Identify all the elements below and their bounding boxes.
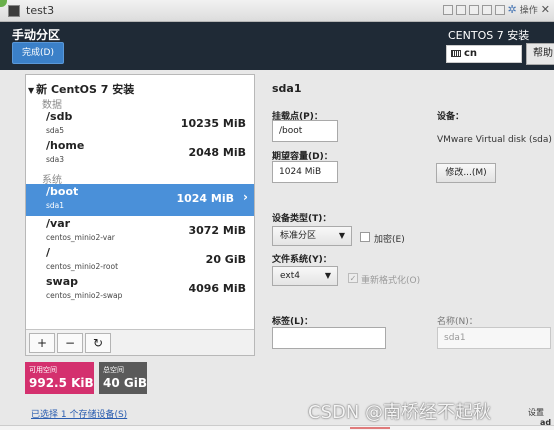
filesystem-dropdown[interactable]: ext4 ▼: [272, 266, 338, 286]
label-input[interactable]: [272, 327, 386, 349]
close-icon[interactable]: ✕: [541, 3, 550, 16]
add-partition-button[interactable]: +: [29, 333, 55, 353]
device-type-dropdown[interactable]: 标准分区 ▼: [272, 226, 352, 246]
mount-point-input[interactable]: /boot: [272, 120, 338, 142]
total-space-box: 总空间 40 GiB: [99, 362, 147, 394]
reformat-checkbox[interactable]: ✓: [348, 273, 358, 283]
partition-size: 20 GiB: [205, 253, 246, 266]
partition-name: /: [46, 246, 51, 259]
detail-title: sda1: [272, 82, 302, 95]
fullscreen-icon[interactable]: [468, 4, 479, 15]
device-type-label: 设备类型(T)：: [272, 214, 332, 224]
refresh-icon[interactable]: ↻: [85, 333, 111, 353]
dropdown-arrow-icon: ▼: [338, 231, 345, 240]
keyboard-icon: [451, 49, 461, 57]
modify-device-button[interactable]: 修改...(M): [436, 163, 496, 183]
filesystem-label: 文件系统(Y)：: [272, 255, 332, 265]
partition-row-swap[interactable]: swap centos_minio2-swap 4096 MiB: [26, 274, 254, 306]
page-title: 手动分区: [12, 28, 61, 42]
name-field-label: 名称(N)：: [437, 317, 478, 327]
corner-indicator: [0, 0, 7, 7]
partition-device: sda5: [46, 126, 65, 135]
gear-icon[interactable]: ✲: [508, 3, 517, 16]
partition-row-root[interactable]: / centos_minio2-root 20 GiB: [26, 245, 254, 277]
snapshot-icon[interactable]: [455, 4, 466, 15]
tree-root-label: 新 CentOS 7 安装: [36, 83, 135, 96]
partition-size: 1024 MiB: [176, 192, 234, 205]
partition-row-sdb[interactable]: /sdb sda5 10235 MiB: [26, 109, 254, 141]
terminal-icon: [8, 5, 20, 17]
encrypt-checkbox[interactable]: [360, 232, 370, 242]
partition-tree-panel: ▼ 新 CentOS 7 安装 数据 /sdb sda5 10235 MiB /h…: [25, 74, 255, 356]
label-field-label: 标签(L)：: [272, 317, 313, 327]
available-space-box: 可用空间 992.5 KiB: [25, 362, 94, 394]
partition-size: 10235 MiB: [180, 117, 246, 130]
partition-toolbar: + − ↻: [26, 329, 254, 355]
partition-row-boot[interactable]: /boot sda1 1024 MiB ›: [26, 184, 254, 216]
minimize-icon[interactable]: [481, 4, 492, 15]
partition-name: /boot: [46, 185, 79, 198]
done-button[interactable]: 完成(D): [12, 42, 64, 64]
bottom-marker: [350, 427, 390, 429]
partition-device: centos_minio2-root: [46, 262, 119, 271]
reformat-label: 重新格式化(O): [361, 276, 421, 286]
filesystem-value: ext4: [280, 271, 300, 281]
partition-device: sda1: [46, 201, 65, 210]
name-input: sda1: [437, 327, 551, 349]
available-space-label: 可用空间: [29, 366, 57, 374]
total-space-value: 40 GiB: [103, 376, 147, 390]
device-type-value: 标准分区: [280, 231, 317, 241]
bottom-strip: [0, 425, 554, 430]
partition-size: 4096 MiB: [188, 282, 246, 295]
encrypt-label: 加密(E): [374, 235, 405, 245]
desired-capacity-input[interactable]: 1024 MiB: [272, 161, 338, 183]
keyboard-layout-label: cn: [464, 48, 478, 59]
partition-row-home[interactable]: /home sda3 2048 MiB: [26, 138, 254, 170]
product-title: CENTOS 7 安装: [448, 29, 530, 42]
partition-size: 3072 MiB: [188, 224, 246, 237]
available-space-value: 992.5 KiB: [29, 376, 94, 390]
settings-square-icon[interactable]: [494, 4, 505, 15]
partition-name: swap: [46, 275, 79, 288]
partition-name: /sdb: [46, 110, 73, 123]
pause-icon[interactable]: [442, 4, 453, 15]
keyboard-layout-indicator[interactable]: cn: [446, 45, 522, 63]
device-label: 设备：: [437, 112, 465, 122]
storage-devices-link[interactable]: 已选择 1 个存储设备(S): [31, 407, 127, 420]
partition-name: /var: [46, 217, 71, 230]
dropdown-arrow-icon: ▼: [324, 271, 331, 280]
operations-menu[interactable]: 操作: [520, 3, 538, 16]
device-value: VMware Virtual disk (sda): [437, 135, 552, 145]
window-titlebar: test3 ✲ 操作 ✕: [0, 0, 554, 22]
partition-device: centos_minio2-swap: [46, 291, 123, 300]
partition-device: centos_minio2-var: [46, 233, 115, 242]
total-space-label: 总空间: [103, 366, 124, 374]
window-title: test3: [26, 4, 55, 17]
partition-device: sda3: [46, 155, 65, 164]
partition-name: /home: [46, 139, 85, 152]
chevron-right-icon: ›: [243, 190, 248, 204]
partition-size: 2048 MiB: [188, 146, 246, 159]
help-button[interactable]: 帮助: [526, 43, 554, 65]
window-controls: ✲ 操作 ✕: [442, 3, 550, 16]
tree-root[interactable]: ▼ 新 CentOS 7 安装: [28, 81, 134, 97]
remove-partition-button[interactable]: −: [57, 333, 83, 353]
reset-label[interactable]: 设置: [528, 407, 544, 418]
expand-arrow-icon[interactable]: ▼: [28, 86, 34, 95]
csdn-watermark: CSDN @南桥经不起秋: [308, 402, 492, 423]
partition-row-var[interactable]: /var centos_minio2-var 3072 MiB: [26, 216, 254, 248]
